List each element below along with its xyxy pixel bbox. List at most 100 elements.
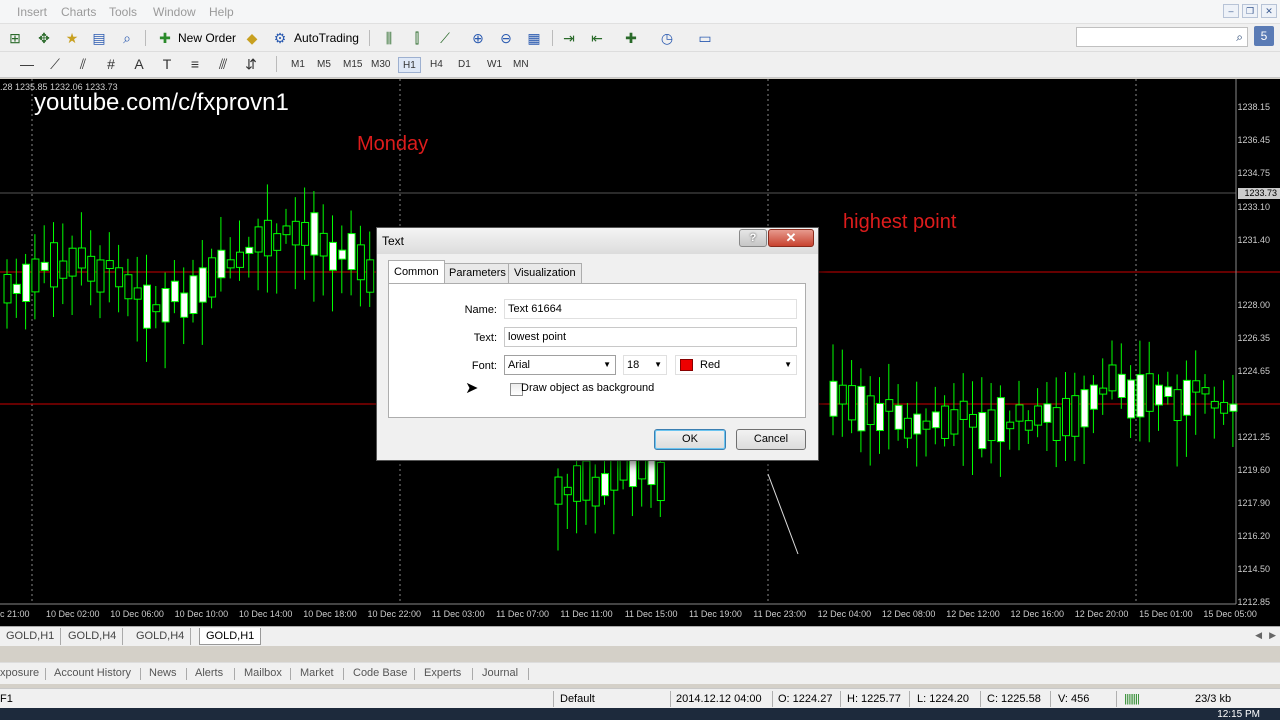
terminal-tab-alerts[interactable]: Alerts [195,667,223,679]
terminal-tab-journal[interactable]: Journal [482,667,518,679]
timeframe-m15[interactable]: M15 [339,57,366,73]
timeframe-w1[interactable]: W1 [483,57,506,73]
dialog-titlebar[interactable]: Text ? ✕ [377,228,818,254]
timeframe-m5[interactable]: M5 [313,57,335,73]
cancel-button[interactable]: Cancel [736,429,806,450]
tab-parameters[interactable]: Parameters [443,263,512,283]
bar-chart-icon[interactable]: ⫼ [380,29,398,47]
navigator-icon[interactable]: ▤ [90,29,108,47]
periods-icon[interactable]: ◷ [658,29,676,47]
text-tool-icon[interactable]: A [130,55,148,73]
channel-tool-icon[interactable]: ⫽ [74,55,92,73]
new-order-button[interactable]: New Order [178,29,236,47]
candle-body [226,259,235,269]
tab-visualization[interactable]: Visualization [508,263,582,283]
timeframe-h1[interactable]: H1 [398,57,421,73]
trendline-tool-icon[interactable]: ⟋ [46,55,64,73]
candle-body [310,212,319,256]
timeframe-d1[interactable]: D1 [454,57,475,73]
font-size-select[interactable]: 18 ▼ [623,355,667,375]
close-icon[interactable]: ✕ [1261,4,1277,18]
menu-help[interactable]: Help [209,5,234,19]
hline-tool-icon[interactable]: — [18,55,36,73]
terminal-tab-code-base[interactable]: Code Base [353,667,407,679]
timeframe-m1[interactable]: M1 [287,57,309,73]
new-chart-icon[interactable]: ⊞ [6,29,24,47]
line-chart-icon[interactable]: ⟋ [436,29,454,47]
menu-charts[interactable]: Charts [61,5,96,19]
candle-body [1201,387,1210,395]
menu-window[interactable]: Window [153,5,196,19]
candle-body [1117,373,1126,398]
crosshair-move-icon[interactable]: ✥ [35,29,53,47]
color-select[interactable]: Red ▼ [675,355,797,375]
gann-tool-icon[interactable]: ⫻ [214,55,232,73]
status-low: L: 1224.20 [917,693,969,705]
text-label-tool-icon[interactable]: T [158,55,176,73]
name-field[interactable]: Text 61664 [504,299,797,319]
dialog-help-button[interactable]: ? [739,229,767,247]
data-window-icon[interactable]: ⌕ [118,29,136,47]
dialog-close-button[interactable]: ✕ [768,229,814,247]
zoom-out-icon[interactable]: ⊖ [497,29,515,47]
candle-body [1220,401,1229,414]
search-icon[interactable]: ⌕ [1236,30,1243,45]
terminal-tab-experts[interactable]: Experts [424,667,461,679]
grid-tool-icon[interactable]: # [102,55,120,73]
tab-scroll-left-icon[interactable]: ◀ [1255,630,1262,641]
indicators-icon[interactable]: ✚ [622,29,640,47]
trend-line [767,473,799,555]
time-axis-label: 11 Dec 23:00 [753,609,807,619]
terminal-tab-exposure[interactable]: xposure [0,667,39,679]
ok-button[interactable]: OK [654,429,726,450]
menu-insert[interactable]: Insert [17,5,47,19]
candle-body [913,413,922,435]
chart-tab[interactable]: GOLD,H4 [130,628,192,645]
time-axis-label: 10 Dec 02:00 [46,609,100,619]
templates-icon[interactable]: ▭ [696,29,714,47]
candle-body [1089,384,1098,410]
chevron-down-icon: ▼ [654,360,662,369]
font-select[interactable]: Arial ▼ [504,355,616,375]
draw-as-background-label[interactable]: Draw object as background [521,382,654,394]
timeframe-mn[interactable]: MN [509,57,533,73]
candle-body [1071,395,1080,437]
tab-separator [472,668,473,680]
tile-windows-icon[interactable]: ▦ [525,29,543,47]
toolbar-separator [552,30,553,46]
timeframe-h4[interactable]: H4 [426,57,447,73]
terminal-tab-mailbox[interactable]: Mailbox [244,667,282,679]
chart-tab[interactable]: GOLD,H1 [0,628,62,645]
favorites-icon[interactable]: ★ [63,29,81,47]
chart-text-highest-point[interactable]: highest point [843,211,956,234]
candlestick-icon[interactable]: ⫿ [408,29,426,47]
restore-icon[interactable]: ❐ [1242,4,1258,18]
expert-icon[interactable]: ◆ [243,29,261,47]
chart-shift-icon[interactable]: ⇤ [588,29,606,47]
chart-tab-active[interactable]: GOLD,H1 [199,628,262,645]
text-field[interactable]: lowest point [504,327,797,347]
chart-tab[interactable]: GOLD,H4 [62,628,124,645]
terminal-tab-market[interactable]: Market [300,667,334,679]
autotrading-button[interactable]: AutoTrading [294,29,359,47]
new-order-icon[interactable]: ✚ [156,29,174,47]
autotrading-icon[interactable]: ⚙ [271,29,289,47]
zoom-in-icon[interactable]: ⊕ [469,29,487,47]
candle-body [143,284,151,329]
tab-separator [414,668,415,680]
fibonacci-tool-icon[interactable]: ≡ [186,55,204,73]
terminal-tab-news[interactable]: News [149,667,177,679]
menu-tools[interactable]: Tools [109,5,137,19]
timeframe-m30[interactable]: M30 [367,57,394,73]
candle-body [1164,386,1173,398]
arrows-tool-icon[interactable]: ⇵ [242,55,260,73]
community-icon[interactable]: 5 [1254,26,1274,46]
price-axis-label: 1236.45 [1237,135,1270,145]
search-input[interactable]: ⌕ [1076,27,1248,47]
tab-scroll-right-icon[interactable]: ▶ [1269,630,1276,641]
chart-text-monday[interactable]: Monday [357,133,428,156]
terminal-tab-account-history[interactable]: Account History [54,667,131,679]
autoscroll-icon[interactable]: ⇥ [560,29,578,47]
tab-common[interactable]: Common [388,260,445,283]
minimize-icon[interactable]: – [1223,4,1239,18]
